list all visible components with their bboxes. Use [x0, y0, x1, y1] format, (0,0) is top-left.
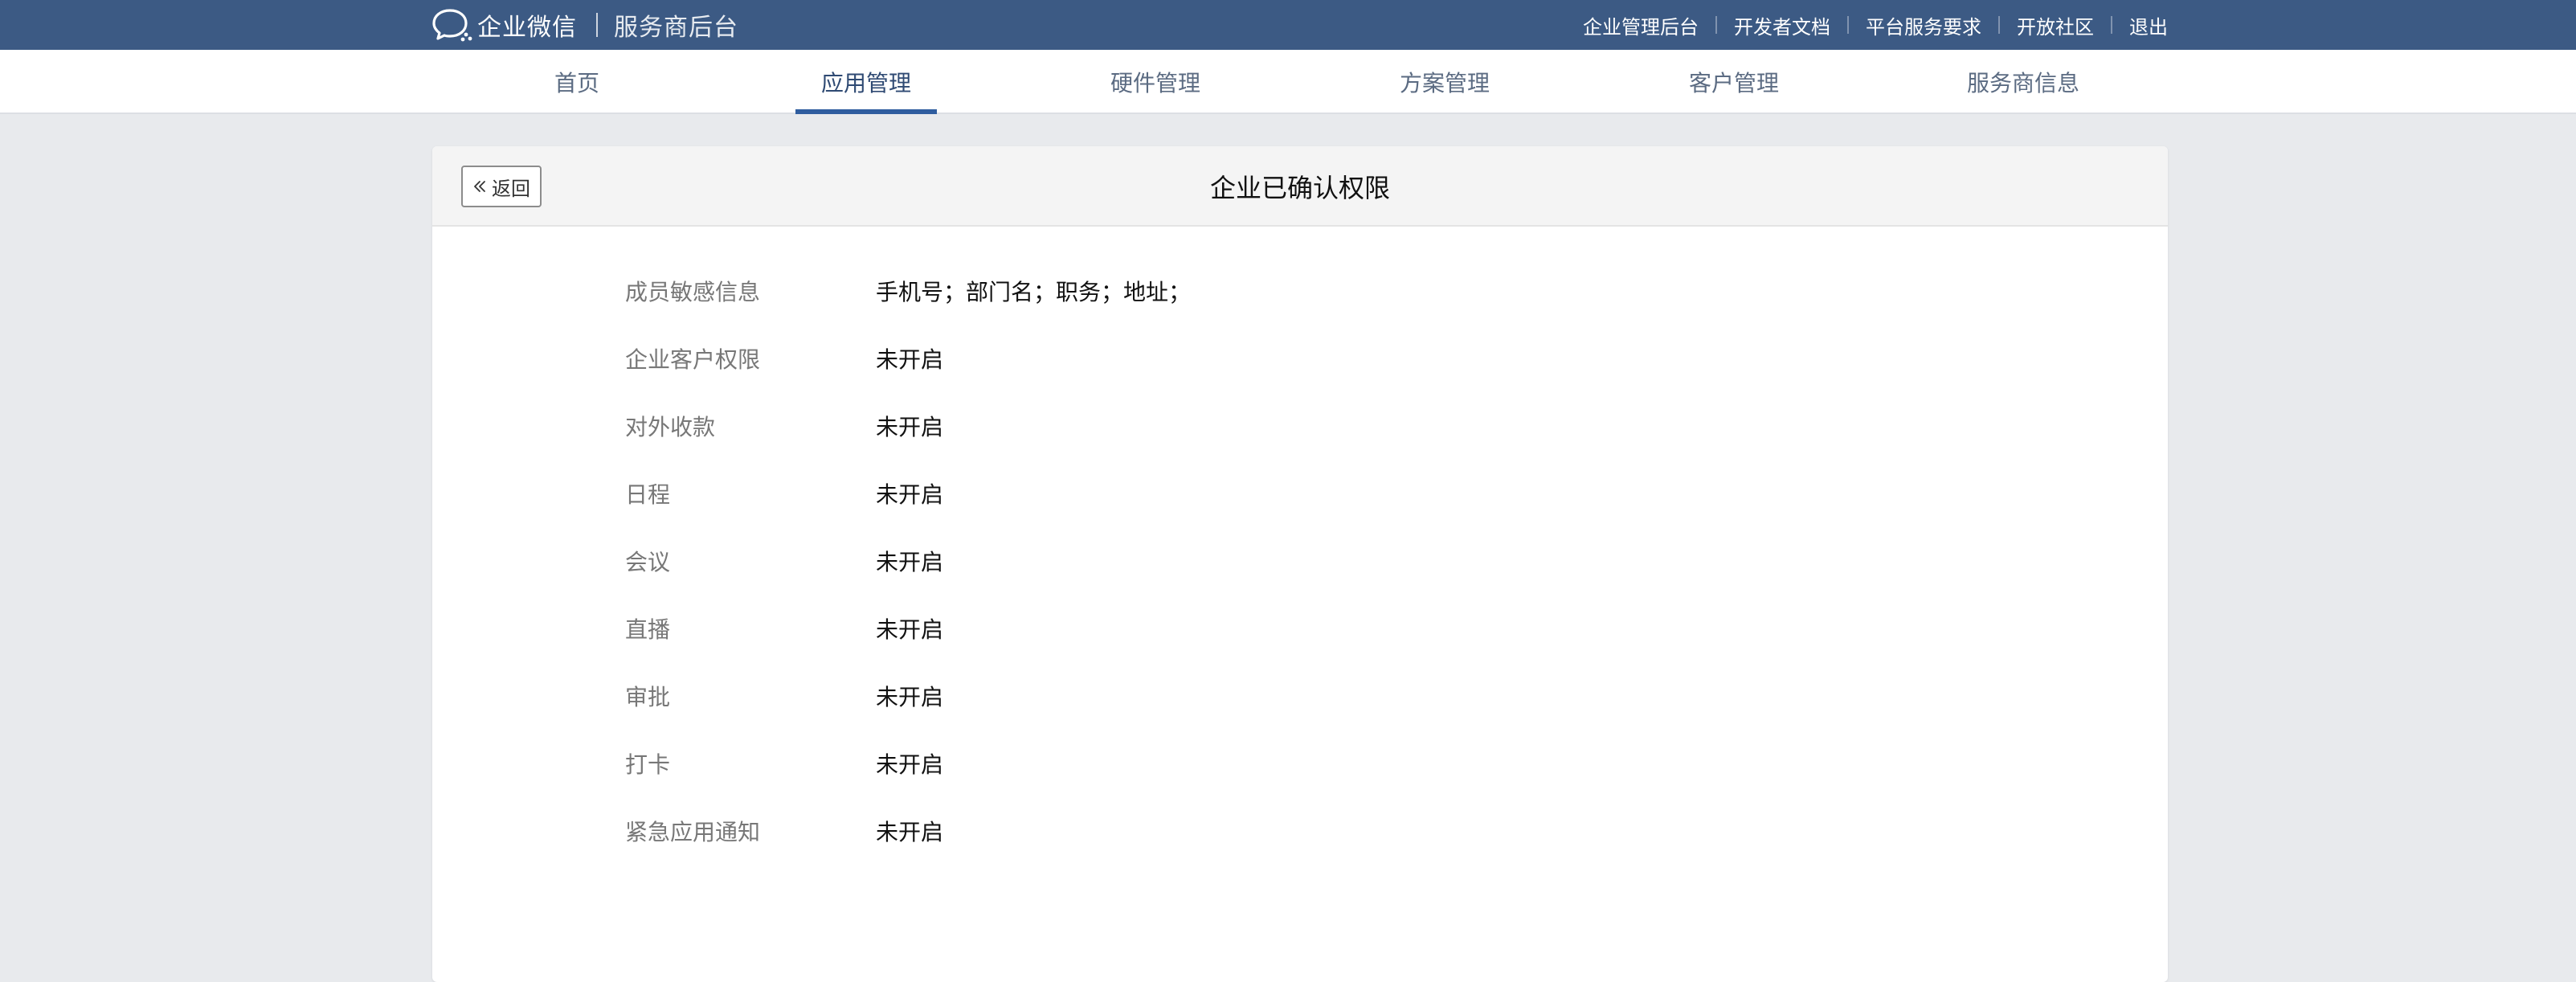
main-nav: 首页 应用管理 硬件管理 方案管理 客户管理 服务商信息	[0, 50, 2576, 114]
permission-row: 紧急应用通知 未开启	[625, 799, 1750, 866]
nav-app-management[interactable]: 应用管理	[795, 50, 937, 114]
permission-label: 打卡	[625, 751, 671, 778]
permission-label: 直播	[625, 616, 671, 643]
back-button-label: 返回	[492, 177, 530, 200]
double-chevron-left-icon	[474, 181, 485, 192]
nav-provider-info[interactable]: 服务商信息	[1952, 50, 2094, 114]
permission-value: 未开启	[876, 616, 944, 643]
nav-home[interactable]: 首页	[506, 50, 648, 114]
nav-hardware-management[interactable]: 硬件管理	[1085, 50, 1226, 114]
permission-label: 会议	[625, 549, 671, 575]
permission-value: 未开启	[876, 481, 944, 508]
page-title: 企业已确认权限	[1209, 173, 1390, 203]
permissions-card: 企业已确认权限 返回 成员敏感信息 手机号；部门名；职务；地址； 企业客户权限 …	[432, 146, 2168, 982]
permission-row: 打卡 未开启	[625, 731, 1750, 799]
permission-list: 成员敏感信息 手机号；部门名；职务；地址； 企业客户权限 未开启 对外收款 未开…	[625, 259, 1750, 866]
permission-label: 紧急应用通知	[625, 819, 761, 845]
nav-customer-management[interactable]: 客户管理	[1663, 50, 1805, 114]
brand-divider	[596, 13, 598, 37]
permission-row: 日程 未开启	[625, 461, 1750, 529]
permission-label: 成员敏感信息	[625, 279, 761, 305]
permission-value: 未开启	[876, 549, 944, 575]
link-divider	[1715, 16, 1717, 34]
permission-value: 未开启	[876, 751, 944, 778]
link-enterprise-admin[interactable]: 企业管理后台	[1583, 11, 1699, 39]
permission-row: 对外收款 未开启	[625, 394, 1750, 461]
permission-value: 手机号；部门名；职务；地址；	[876, 279, 1192, 305]
permission-row: 成员敏感信息 手机号；部门名；职务；地址；	[625, 259, 1750, 326]
permission-value: 未开启	[876, 684, 944, 710]
permission-row: 审批 未开启	[625, 664, 1750, 731]
link-developer-docs[interactable]: 开发者文档	[1734, 11, 1830, 39]
nav-active-indicator	[795, 109, 937, 114]
permission-value: 未开启	[876, 346, 944, 373]
link-divider	[2111, 16, 2112, 34]
back-button[interactable]: 返回	[461, 166, 542, 207]
link-open-community[interactable]: 开放社区	[2017, 11, 2094, 39]
brand[interactable]: 企业微信 服务商后台	[431, 0, 738, 50]
permission-label: 对外收款	[625, 414, 716, 440]
card-header: 企业已确认权限 返回	[432, 146, 2168, 227]
permission-row: 直播 未开启	[625, 596, 1750, 664]
permission-value: 未开启	[876, 819, 944, 845]
wecom-chat-bubble-icon	[432, 9, 472, 42]
permission-row: 企业客户权限 未开启	[625, 326, 1750, 394]
top-links: 企业管理后台 开发者文档 平台服务要求 开放社区 退出	[1583, 0, 2168, 50]
link-divider	[1847, 16, 1849, 34]
top-bar: 企业微信 服务商后台 企业管理后台 开发者文档 平台服务要求 开放社区 退出	[0, 0, 2576, 50]
permission-label: 企业客户权限	[625, 346, 761, 373]
link-divider	[1998, 16, 2000, 34]
permission-value: 未开启	[876, 414, 944, 440]
permission-row: 会议 未开启	[625, 529, 1750, 596]
brand-subtitle: 服务商后台	[614, 14, 738, 42]
logout-link[interactable]: 退出	[2129, 11, 2168, 39]
link-platform-requirements[interactable]: 平台服务要求	[1866, 11, 1981, 39]
nav-solution-management[interactable]: 方案管理	[1374, 50, 1515, 114]
permission-label: 审批	[625, 684, 671, 710]
permission-label: 日程	[625, 481, 671, 508]
brand-name: 企业微信	[477, 14, 577, 42]
